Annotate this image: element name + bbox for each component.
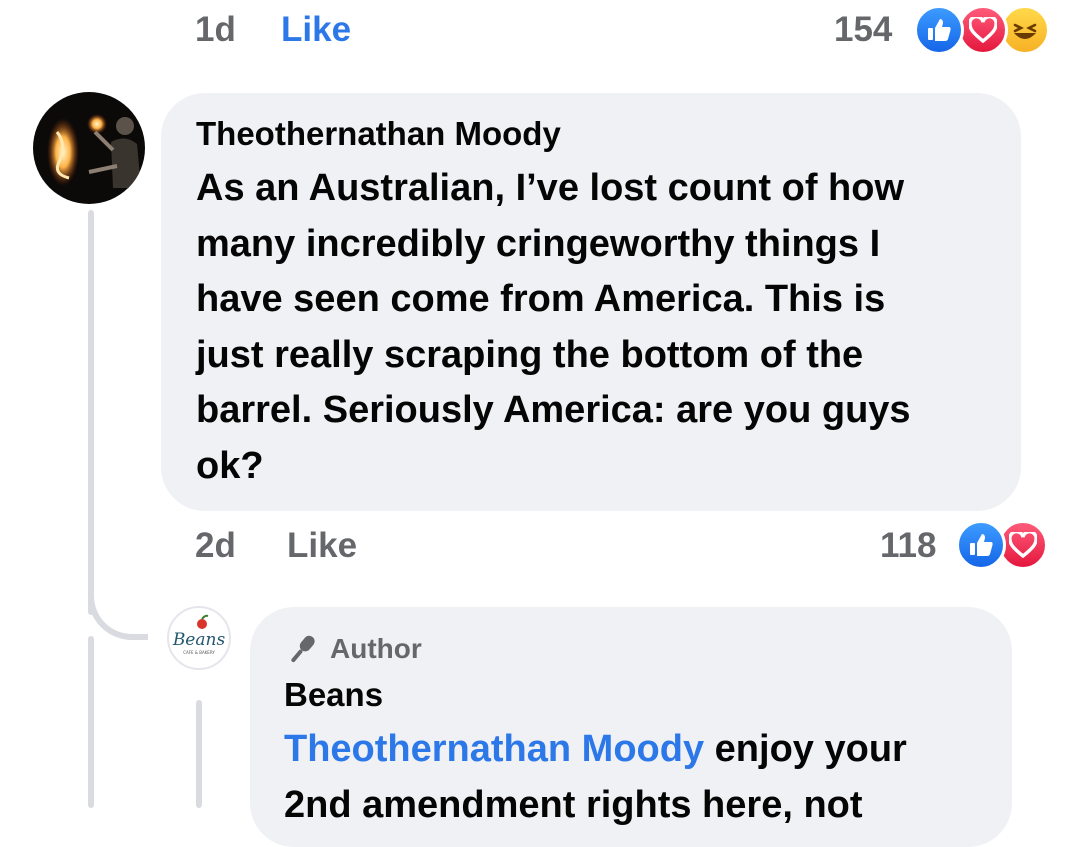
- like-button[interactable]: Like: [287, 526, 357, 566]
- comment-line: barrel. Seriously America: are you guys: [196, 389, 911, 431]
- logo: Beans CAFE & BAKERY: [172, 614, 226, 655]
- comment-line: just really scraping the bottom of the: [196, 333, 864, 376]
- thread-line-lower: [88, 636, 94, 808]
- mention-link[interactable]: Theothernathan Moody: [284, 728, 704, 770]
- thread-connector: [88, 580, 148, 640]
- like-icon: [956, 520, 1006, 570]
- author-badge: Author: [284, 629, 422, 669]
- avatar[interactable]: [33, 92, 145, 204]
- reaction-count: 154: [834, 10, 893, 49]
- comment-author-name[interactable]: Theothernathan Moody: [196, 115, 561, 153]
- reply-author-name[interactable]: Beans: [284, 676, 383, 714]
- reply-body: Theothernathan Moody enjoy your 2nd amen…: [284, 722, 1004, 833]
- svg-text:CAFE & BAKERY: CAFE & BAKERY: [183, 650, 215, 655]
- reply-thread-line: [196, 700, 202, 808]
- reaction-count: 118: [880, 526, 937, 565]
- microphone-icon: [284, 631, 320, 667]
- reaction-summary[interactable]: 154: [834, 5, 1064, 56]
- reply-line: 2nd amendment rights here, not: [284, 783, 863, 826]
- comment-age: 2d: [195, 526, 236, 565]
- reply-line: Theothernathan Moody enjoy your: [284, 722, 1004, 778]
- reaction-summary[interactable]: 118: [880, 520, 1050, 572]
- comment-line: have seen come from America. This is: [196, 278, 886, 320]
- like-button-active[interactable]: Like: [281, 10, 351, 50]
- comment-age: 1d: [195, 10, 236, 49]
- author-badge-label: Author: [330, 633, 422, 664]
- like-icon: [914, 5, 964, 55]
- comment-line: As an Australian, I’ve lost count of how: [196, 167, 905, 209]
- page-avatar[interactable]: Beans CAFE & BAKERY: [167, 606, 231, 670]
- comment-body: As an Australian, I’ve lost count of how…: [196, 161, 1006, 494]
- svg-text:Beans: Beans: [172, 630, 226, 650]
- reply-text: enjoy your: [704, 728, 907, 770]
- thread-line: [88, 210, 94, 615]
- comment-line: ok?: [196, 444, 264, 487]
- comment-line: many incredibly cringeworthy things I: [196, 222, 881, 265]
- love-icon: [958, 5, 1008, 55]
